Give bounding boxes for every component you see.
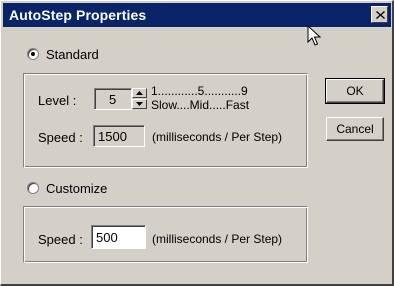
window-title: AutoStep Properties [9, 7, 147, 23]
standard-speed-field: 1500 [93, 125, 145, 147]
level-label: Level : [38, 93, 77, 108]
customize-speed-unit: (milliseconds / Per Step) [152, 232, 283, 246]
level-scale-words: Slow....Mid.....Fast [151, 98, 250, 112]
radio-selected-dot [31, 52, 35, 56]
autostep-properties-dialog: AutoStep Properties Standard Level : 5 1… [0, 0, 394, 286]
mouse-pointer-icon [307, 25, 321, 46]
customize-speed-label: Speed : [38, 232, 83, 247]
level-spin-up[interactable] [132, 88, 147, 98]
cancel-button[interactable]: Cancel [326, 117, 384, 141]
standard-speed-unit: (milliseconds / Per Step) [152, 130, 283, 144]
title-bar[interactable]: AutoStep Properties [3, 3, 391, 27]
level-scale-numbers: 1............5...........9 [151, 84, 248, 98]
customize-label[interactable]: Customize [46, 181, 107, 196]
customize-speed-input[interactable]: 500 [91, 225, 146, 249]
level-value: 5 [109, 92, 117, 107]
customize-speed-value: 500 [96, 230, 118, 245]
close-button[interactable] [371, 6, 388, 23]
level-spin-down[interactable] [132, 99, 147, 109]
customize-radio[interactable] [27, 182, 39, 194]
triangle-down-icon [136, 102, 143, 106]
triangle-up-icon [136, 91, 143, 95]
close-icon [376, 11, 385, 19]
standard-label[interactable]: Standard [46, 47, 99, 62]
standard-radio[interactable] [27, 48, 39, 60]
standard-speed-value: 1500 [98, 129, 127, 144]
ok-button[interactable]: OK [325, 78, 385, 104]
level-field[interactable]: 5 [94, 88, 132, 110]
standard-speed-label: Speed : [38, 130, 83, 145]
